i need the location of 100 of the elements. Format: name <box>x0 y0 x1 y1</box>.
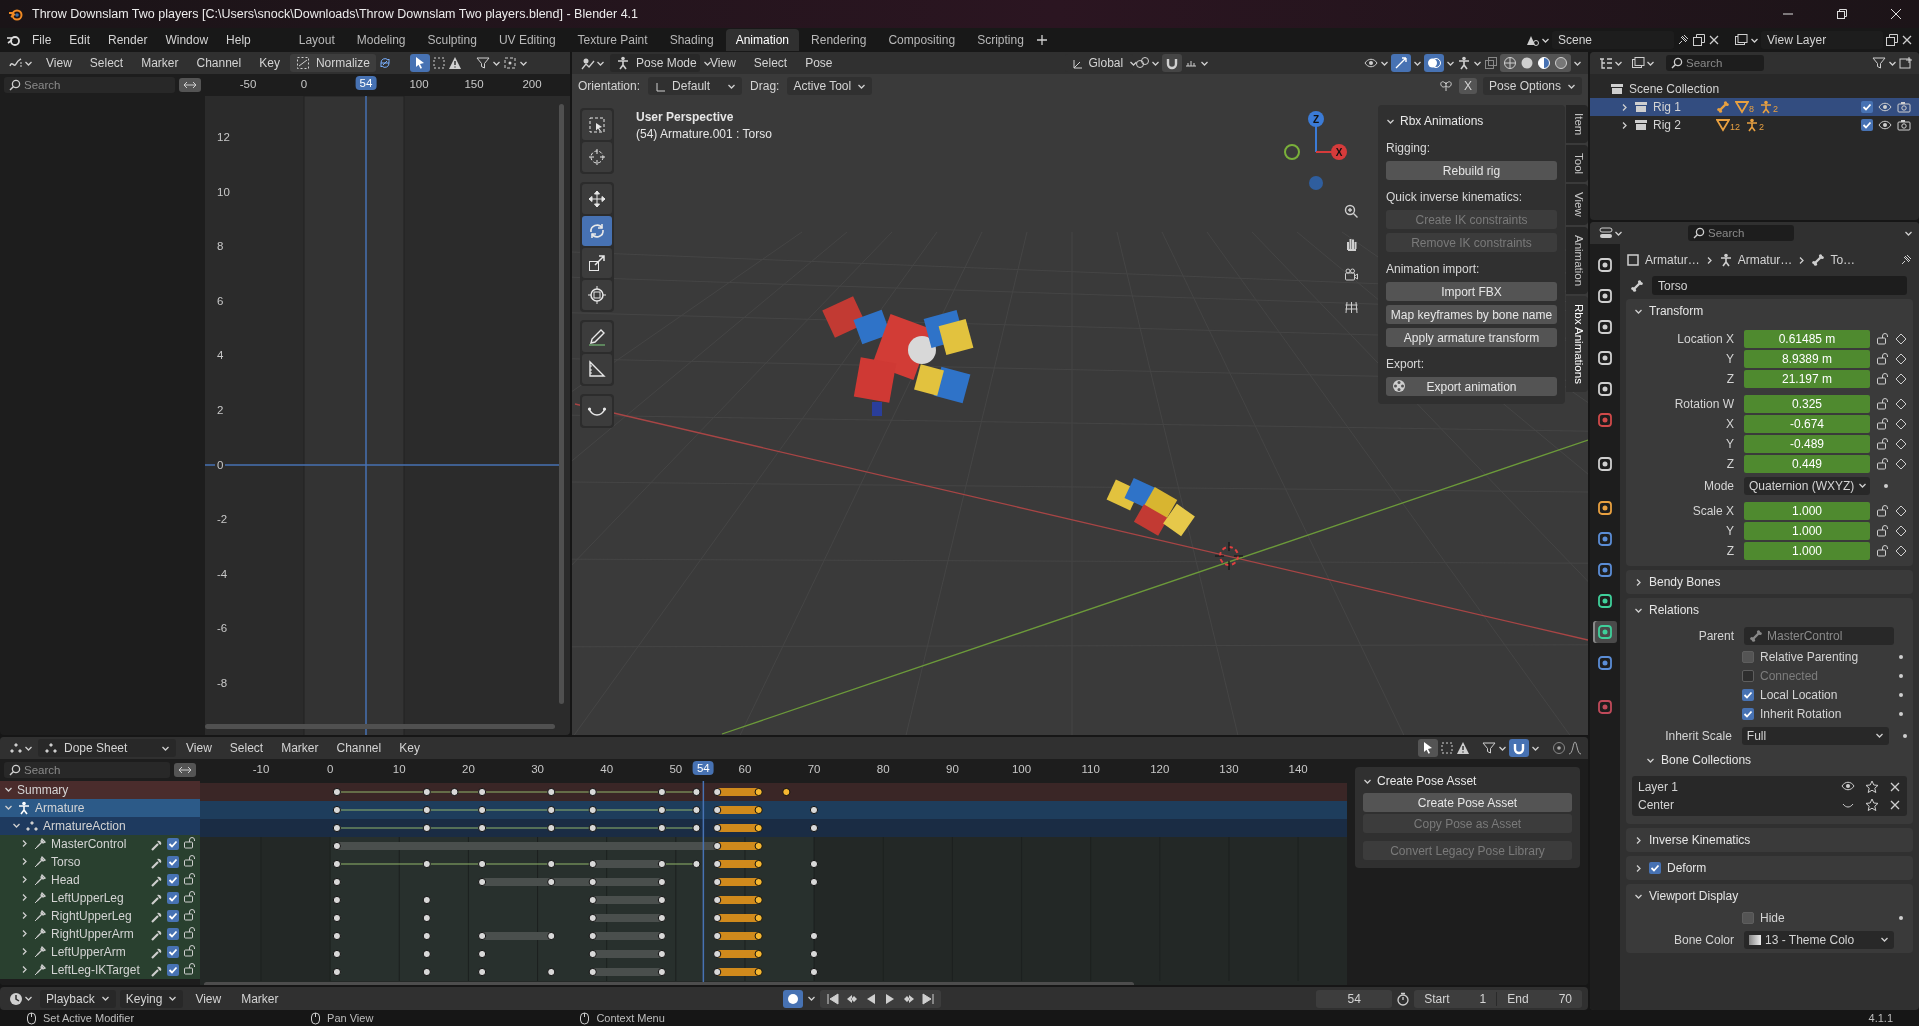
sidebar-tab[interactable]: View <box>1566 184 1588 226</box>
panel-header[interactable]: Relations <box>1626 598 1913 622</box>
panel-header[interactable]: Bendy Bones <box>1626 570 1913 594</box>
subpanel-title[interactable]: Bone Collections <box>1661 753 1752 767</box>
workspace-tab[interactable]: Rendering <box>801 29 877 51</box>
menu-item[interactable]: View <box>178 738 220 758</box>
panel-title[interactable]: Create Pose Asset <box>1377 774 1477 788</box>
menu-dropdown[interactable]: Keying <box>119 989 184 1008</box>
mode-dropdown[interactable]: Dope Sheet <box>38 739 176 757</box>
sidebar-tab[interactable]: Rbx Animations <box>1566 296 1588 393</box>
menu-item[interactable]: Window <box>157 30 217 50</box>
number-field[interactable]: 0.61485 m <box>1744 329 1870 348</box>
workspace-tab[interactable]: Compositing <box>878 29 966 51</box>
dropdown[interactable]: Full <box>1741 726 1890 745</box>
number-field[interactable]: 0.449 <box>1744 454 1870 473</box>
bone-color-dropdown[interactable]: 13 - Theme Colo <box>1744 930 1894 949</box>
menu-item[interactable]: Help <box>218 30 259 50</box>
scene-collection-label[interactable]: Scene Collection <box>1629 82 1720 96</box>
panel-header[interactable]: Deform <box>1626 856 1913 880</box>
pose-options-dropdown[interactable]: Pose Options <box>1482 77 1582 95</box>
parent-field[interactable]: MasterControl <box>1744 626 1894 645</box>
list-row[interactable]: Layer 1 <box>1638 779 1901 795</box>
menu-item[interactable]: Channel <box>328 738 390 758</box>
menu-item[interactable]: Marker <box>233 988 287 1009</box>
current-frame-indicator[interactable]: 54 <box>355 76 377 90</box>
mirror-x-toggle[interactable]: X <box>1458 78 1477 94</box>
axis-gizmo[interactable]: Z X <box>1284 111 1347 190</box>
menu-item[interactable]: View <box>187 988 230 1009</box>
panel-header[interactable]: Viewport Display <box>1626 884 1913 908</box>
start-frame-field[interactable]: Start 1 <box>1414 991 1497 1006</box>
drag-dropdown[interactable]: Active Tool <box>787 77 873 95</box>
panel-button[interactable]: Map keyframes by bone name <box>1386 305 1557 324</box>
number-field[interactable]: 1.000 <box>1744 541 1870 560</box>
channel-row[interactable]: Head <box>0 871 200 889</box>
number-field[interactable]: 0.325 <box>1744 394 1870 413</box>
panel-button[interactable]: Apply armature transform <box>1386 328 1557 347</box>
number-field[interactable]: -0.489 <box>1744 434 1870 453</box>
search-field[interactable]: Search <box>4 762 170 778</box>
dropdown[interactable]: Quaternion (WXYZ) <box>1744 476 1870 495</box>
channel-row[interactable]: LeftUpperLeg <box>0 889 200 907</box>
end-frame-field[interactable]: End 70 <box>1496 991 1582 1006</box>
sidebar-tab[interactable]: Tool <box>1566 145 1588 183</box>
menu-item[interactable]: Select <box>745 53 796 73</box>
menu-item[interactable]: Select <box>81 53 132 73</box>
number-field[interactable]: 21.197 m <box>1744 369 1870 388</box>
menu-item[interactable]: File <box>24 30 60 50</box>
workspace-tab[interactable]: Sculpting <box>417 29 487 51</box>
channel-row[interactable]: RightUpperArm <box>0 925 200 943</box>
channel-row[interactable]: LeftLeg-IKTarget <box>0 961 200 979</box>
channel-row[interactable]: RightUpperLeg <box>0 907 200 925</box>
panel-button[interactable]: Import FBX <box>1386 282 1557 301</box>
list-row[interactable]: Center <box>1638 797 1901 813</box>
sidebar-tab[interactable]: Item <box>1566 105 1588 144</box>
current-frame-field[interactable]: 54 <box>1316 989 1393 1008</box>
workspace-tab[interactable]: Layout <box>288 29 345 51</box>
panel-header[interactable]: Transform <box>1626 299 1913 323</box>
channel-row[interactable]: MasterControl <box>0 835 200 853</box>
menu-item[interactable]: View <box>702 53 744 73</box>
panel-button[interactable]: Rebuild rig <box>1386 161 1557 180</box>
menu-item[interactable]: View <box>38 53 80 73</box>
menu-item[interactable]: Marker <box>133 53 187 73</box>
workspace-tab[interactable]: Scripting <box>967 29 1034 51</box>
breadcrumb-item[interactable]: Armatur… <box>1645 253 1700 267</box>
current-frame-indicator[interactable]: 54 <box>692 761 714 775</box>
workspace-tab[interactable]: Texture Paint <box>567 29 658 51</box>
channel-row[interactable]: Summary <box>0 781 200 799</box>
menu-dropdown[interactable]: Playback <box>40 989 116 1008</box>
menu-item[interactable]: Key <box>391 738 428 758</box>
number-field[interactable]: -0.674 <box>1744 414 1870 433</box>
scene-field[interactable]: Scene <box>1552 31 1674 49</box>
channel-row[interactable]: ArmatureAction <box>0 817 200 835</box>
menu-item[interactable]: Marker <box>273 738 327 758</box>
number-field[interactable]: 1.000 <box>1744 521 1870 540</box>
menu-item[interactable]: Render <box>100 30 156 50</box>
bone-name-field[interactable]: Torso <box>1652 276 1907 295</box>
search-field[interactable]: Search <box>4 77 175 93</box>
menu-item[interactable]: Channel <box>188 53 250 73</box>
sidebar-tab[interactable]: Animation <box>1566 227 1588 295</box>
menu-item[interactable]: Key <box>251 53 288 73</box>
panel-header[interactable]: Inverse Kinematics <box>1626 828 1913 852</box>
menu-item[interactable]: Select <box>221 738 272 758</box>
view-layer-field[interactable]: View Layer <box>1761 31 1883 49</box>
number-field[interactable]: 1.000 <box>1744 501 1870 520</box>
breadcrumb-item[interactable]: To… <box>1830 253 1856 267</box>
menu-item[interactable]: Edit <box>61 30 99 50</box>
normalize-toggle[interactable]: Normalize <box>289 54 376 72</box>
workspace-tab[interactable]: Animation <box>725 29 800 51</box>
channel-row[interactable]: Armature <box>0 799 200 817</box>
orientation-dropdown[interactable]: Default <box>648 77 743 95</box>
channel-row[interactable]: LeftUpperArm <box>0 943 200 961</box>
search-field[interactable]: Search <box>1688 225 1794 241</box>
channel-row[interactable]: Torso <box>0 853 200 871</box>
workspace-tab[interactable]: UV Editing <box>488 29 566 51</box>
workspace-tab[interactable]: Modeling <box>346 29 416 51</box>
outliner-row[interactable]: Rig 1 8 2 <box>1590 98 1919 116</box>
number-field[interactable]: 8.9389 m <box>1744 349 1870 368</box>
export-button[interactable]: Export animation <box>1386 377 1557 396</box>
search-field[interactable]: Search <box>1666 55 1764 71</box>
outliner-row[interactable]: Rig 2 12 2 <box>1590 116 1919 134</box>
workspace-tab[interactable]: Shading <box>659 29 724 51</box>
